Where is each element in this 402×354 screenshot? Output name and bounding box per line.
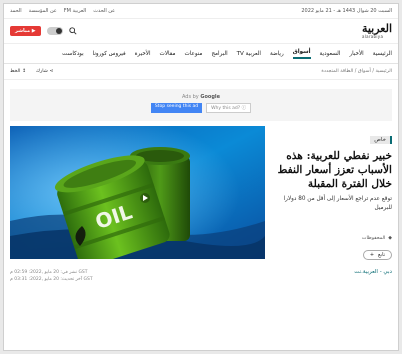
plus-icon: +: [369, 252, 375, 258]
nav-item-active[interactable]: أسواق: [292, 49, 311, 59]
live-label: مباشر: [15, 28, 31, 34]
bookmark-button[interactable]: ◆ المحفوظات: [272, 236, 392, 241]
article-headline[interactable]: خبير نفطي للعربية: هذه الأسباب تعزز أسعا…: [272, 149, 392, 191]
current-date: السبت 20 شوال 1443 هـ - 21 مايو 2022: [301, 8, 392, 14]
stop-seeing-ad-button[interactable]: Stop seeing this ad: [150, 103, 203, 113]
oil-barrels-illustration: OIL: [10, 126, 265, 259]
article-meta: دبي - العربية.نت نشر في: 20 مايو ,2022: …: [10, 269, 392, 283]
top-links: عن الحدث العربية FM عن المؤسسة الحمد: [10, 8, 115, 14]
nav-item[interactable]: الرئيسية: [373, 51, 392, 57]
header-controls: مباشر ▶: [10, 26, 77, 36]
logo-arabic: العربية: [361, 22, 392, 35]
article-source: دبي - العربية.نت: [354, 269, 392, 275]
nav-item[interactable]: مقالات: [160, 51, 176, 57]
nav-item[interactable]: رياضة: [270, 51, 284, 57]
article-dates: نشر في: 20 مايو ,2022: 02:59 م GST آخر ت…: [10, 269, 93, 283]
browser-page: السبت 20 شوال 1443 هـ - 21 مايو 2022 عن …: [3, 3, 399, 351]
top-bar: السبت 20 شوال 1443 هـ - 21 مايو 2022 عن …: [4, 4, 398, 19]
why-this-ad-button[interactable]: Why this ad? ⓘ: [206, 103, 252, 113]
updated-date: آخر تحديث: 20 مايو ,2022: 03:31 م GST: [10, 277, 93, 282]
google-label: Google: [200, 94, 221, 100]
article-text: خاص خبير نفطي للعربية: هذه الأسباب تعزز …: [272, 126, 392, 260]
nav-item[interactable]: بودكاست: [62, 51, 84, 57]
bookmark-icon: ◆: [388, 236, 392, 241]
top-link[interactable]: الحمد: [10, 8, 22, 14]
nav-item[interactable]: البرامج: [211, 51, 227, 57]
nav-item[interactable]: الأخيرة: [135, 51, 151, 57]
follow-button[interactable]: تابع +: [362, 250, 392, 260]
live-button[interactable]: مباشر ▶: [10, 26, 41, 36]
main-nav: الرئيسية الأخبار السعودية أسواق رياضة ال…: [4, 44, 398, 64]
sub-bar: الرئيسية / أسواق / الطاقة المتجددة الخط …: [4, 64, 398, 80]
font-label: الخط: [10, 69, 21, 74]
site-logo[interactable]: العربية alarabiya: [362, 23, 392, 39]
breadcrumb[interactable]: الرئيسية / أسواق / الطاقة المتجددة: [321, 69, 392, 74]
ads-by-google: Ads by Google: [10, 94, 392, 100]
exclusive-badge: خاص: [370, 136, 392, 144]
nav-item[interactable]: العربية TV: [237, 51, 261, 57]
top-link[interactable]: العربية FM: [64, 8, 86, 14]
top-link[interactable]: عن المؤسسة: [29, 8, 57, 14]
hero-image[interactable]: OIL: [10, 126, 265, 259]
article-summary: توقع عدم تراجع الأسعار إلى أقل من 80 دول…: [283, 196, 392, 211]
article: OIL خاص خبير نفطي للعربية: هذه الأسباب ت…: [4, 126, 398, 261]
ads-by-label: Ads by: [181, 94, 199, 100]
share-label: شارك: [36, 69, 48, 74]
nav-item[interactable]: السعودية: [320, 51, 341, 57]
ad-buttons: Stop seeing this ad Why this ad? ⓘ: [10, 103, 392, 113]
site-header: العربية alarabiya مباشر ▶: [4, 19, 398, 44]
share-button[interactable]: شارك ⋖: [36, 69, 53, 74]
font-size-button[interactable]: الخط ↕: [10, 69, 26, 74]
logo-latin: alarabiya: [361, 34, 384, 39]
top-link[interactable]: عن الحدث: [93, 8, 115, 14]
nav-item[interactable]: الأخبار: [349, 51, 363, 57]
search-icon[interactable]: [68, 27, 77, 35]
bookmark-label: المحفوظات: [361, 236, 386, 241]
nav-item[interactable]: فيروس كورونا: [93, 51, 126, 57]
share-icon: ⋖: [49, 69, 54, 74]
ad-slot: Ads by Google Stop seeing this ad Why th…: [10, 89, 392, 121]
dark-mode-toggle[interactable]: [46, 27, 63, 35]
font-size-icon: ↕: [21, 69, 27, 74]
nav-item[interactable]: منوعات: [185, 51, 203, 57]
article-tools: الخط ↕ شارك ⋖: [10, 69, 53, 74]
follow-label: تابع: [378, 252, 385, 258]
published-date: نشر في: 20 مايو ,2022: 02:59 م GST: [10, 270, 88, 275]
